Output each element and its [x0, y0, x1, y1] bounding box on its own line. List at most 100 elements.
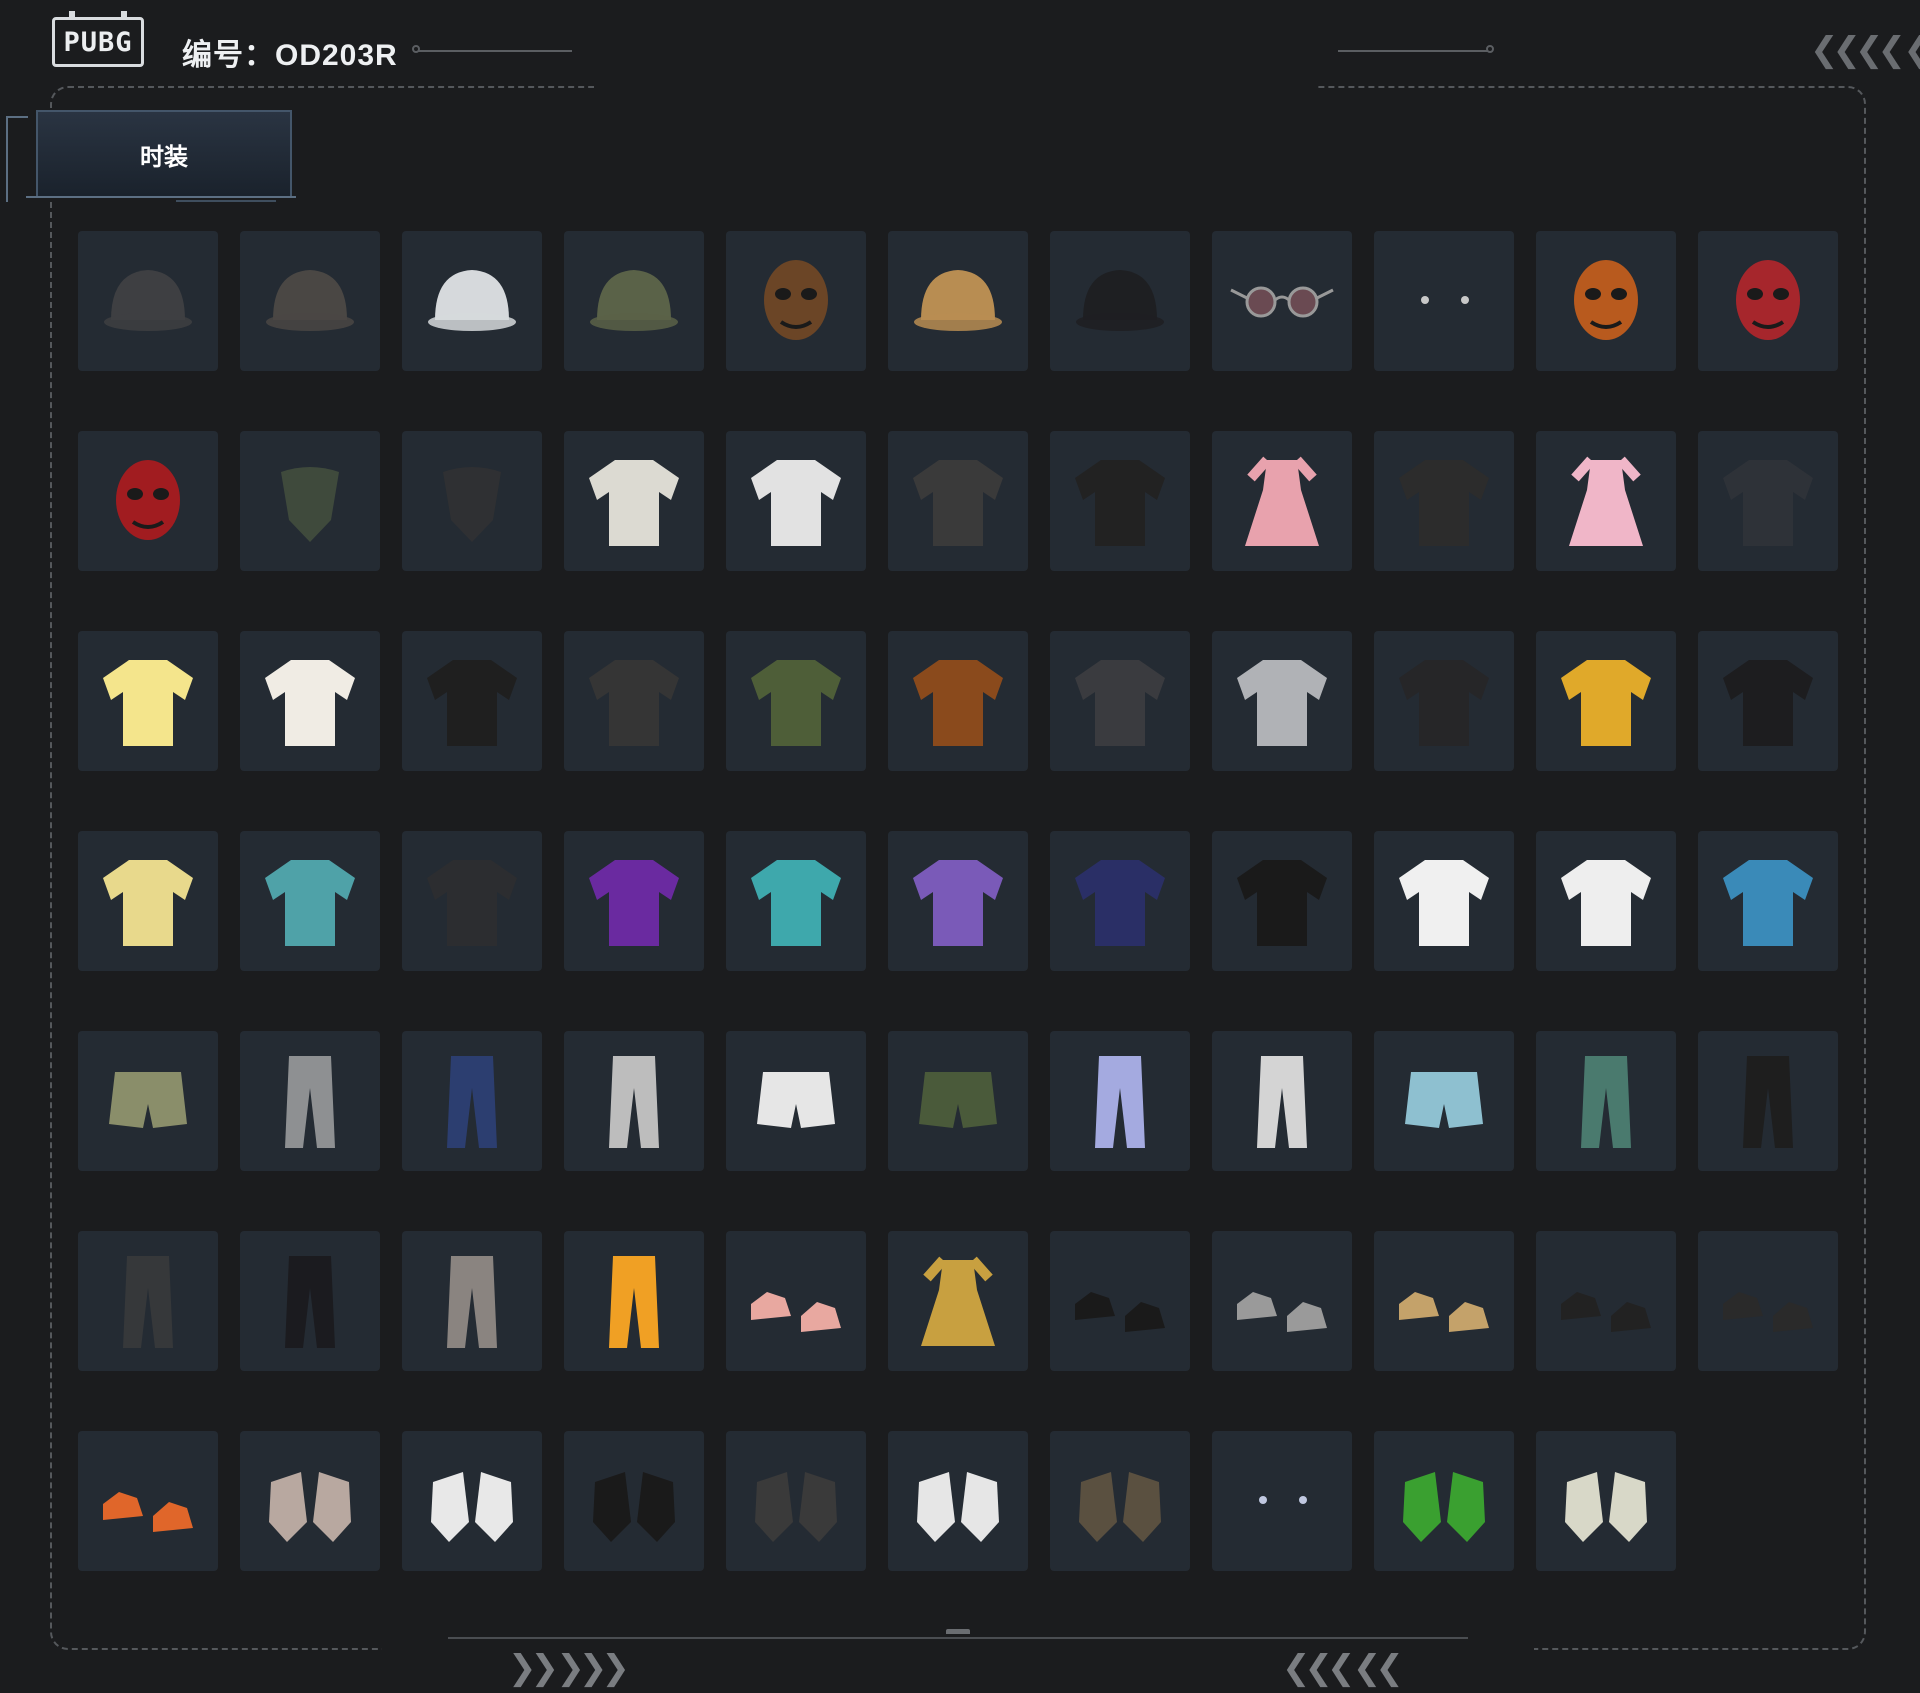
item-slot-luchador-mask[interactable]: [1698, 231, 1838, 371]
item-slot-black-hoodie[interactable]: [1374, 631, 1514, 771]
item-slot-pink-ruffle-dress[interactable]: [1212, 431, 1352, 571]
item-slot-pumpkin-mask[interactable]: [1536, 231, 1676, 371]
purple-track-jacket-icon: [913, 860, 1003, 946]
item-slot-blue-gradient-hoodie[interactable]: [1698, 831, 1838, 971]
navy-sweatshirt-icon: [1075, 860, 1165, 946]
item-slot-black-print-pants[interactable]: [1698, 1031, 1838, 1171]
item-slot-yellow-hoodie[interactable]: [1536, 631, 1676, 771]
item-slot-green-turtleneck[interactable]: [726, 631, 866, 771]
item-slot-aura-hoodie[interactable]: [1212, 831, 1352, 971]
item-slot-pink-socks-shoes[interactable]: [726, 1231, 866, 1371]
black-face-scarf-icon: [443, 467, 501, 542]
bare-hand-icon: [269, 1472, 351, 1542]
item-slot-white-sweatpants[interactable]: [564, 1031, 704, 1171]
black-white-gloves-icon: [431, 1472, 513, 1542]
item-slot-grey-joggers[interactable]: [240, 1031, 380, 1171]
item-slot-light-blue-shorts[interactable]: [1374, 1031, 1514, 1171]
item-slot-white-racing-gloves[interactable]: [888, 1431, 1028, 1571]
item-slot-orange-sweatpants[interactable]: [564, 1231, 704, 1371]
item-slot-purple-crop-jacket[interactable]: [564, 831, 704, 971]
item-slot-nail-accessories[interactable]: [1212, 1431, 1352, 1571]
yellow-hoodie-icon: [1561, 660, 1651, 746]
graffiti-jacket-icon: [913, 460, 1003, 546]
item-slot-denim-shorts-white[interactable]: [726, 1031, 866, 1171]
lavender-cargo-pants-icon: [1095, 1056, 1145, 1148]
item-slot-dark-parka[interactable]: [402, 831, 542, 971]
sleeveless-top-icon: [589, 660, 679, 746]
item-slot-purple-track-jacket[interactable]: [888, 831, 1028, 971]
item-slot-black-racing-boots[interactable]: [1050, 1231, 1190, 1371]
grey-high-tops-icon: [1237, 1292, 1327, 1332]
item-slot-black-sneakers[interactable]: [1536, 1231, 1676, 1371]
header-line-dot-right: [1486, 45, 1494, 53]
item-slot-dark-cargo-pants[interactable]: [78, 1231, 218, 1371]
item-slot-gold-trim-gloves[interactable]: [726, 1431, 866, 1571]
item-slot-teal-windbreaker[interactable]: [726, 831, 866, 971]
item-slot-silver-bomber[interactable]: [1212, 631, 1352, 771]
item-slot-retro-ringer-tee[interactable]: [240, 631, 380, 771]
item-slot-camo-cargo-pants[interactable]: [402, 1231, 542, 1371]
item-slot-tan-work-boots[interactable]: [1374, 1231, 1514, 1371]
item-slot-sleeveless-top[interactable]: [564, 631, 704, 771]
item-slot-round-sunglasses[interactable]: [1212, 231, 1352, 371]
item-slot-black-track-pants[interactable]: [240, 1231, 380, 1371]
item-slot-cap-headset[interactable]: [564, 231, 704, 371]
patterned-bucket-hat-icon: [914, 270, 1002, 331]
item-slot-camo-face-scarf[interactable]: [240, 431, 380, 571]
item-slot-green-basketball-shorts[interactable]: [888, 1031, 1028, 1171]
item-slot-cat-ear-beanie[interactable]: [78, 231, 218, 371]
item-slot-bear-head[interactable]: [726, 231, 866, 371]
black-cap-icon: [1076, 270, 1164, 331]
item-slot-lavender-cargo-pants[interactable]: [1050, 1031, 1190, 1171]
item-slot-bare-hand[interactable]: [240, 1431, 380, 1571]
item-slot-orange-white-jacket[interactable]: [1536, 831, 1676, 971]
round-sunglasses-icon: [1230, 286, 1334, 318]
item-slot-white-graffiti-pants[interactable]: [1212, 1031, 1352, 1171]
item-slot-gold-dress-shoes[interactable]: [888, 1231, 1028, 1371]
item-slot-black-face-scarf[interactable]: [402, 431, 542, 571]
item-slot-red-hooded-jacket[interactable]: [1050, 631, 1190, 771]
item-slot-earrings[interactable]: [1374, 231, 1514, 371]
item-slot-tank-top-dark[interactable]: [1698, 431, 1838, 571]
item-slot-blue-cargo-pants[interactable]: [402, 1031, 542, 1171]
item-slot-black-white-gloves[interactable]: [402, 1431, 542, 1571]
item-slot-khaki-skirt[interactable]: [78, 1031, 218, 1171]
duck-hoodie-icon: [265, 860, 355, 946]
white-racing-gloves-icon: [917, 1472, 999, 1542]
item-slot-duck-hoodie[interactable]: [240, 831, 380, 971]
item-slot-teal-shorts-leggings[interactable]: [1536, 1031, 1676, 1171]
black-hoodie-icon: [1399, 660, 1489, 746]
item-slot-yellow-white-gloves[interactable]: [1536, 1431, 1676, 1571]
item-slot-grey-high-tops[interactable]: [1212, 1231, 1352, 1371]
item-slot-cow-print-coat[interactable]: [888, 631, 1028, 771]
item-slot-black-tshirt-star[interactable]: [1374, 431, 1514, 571]
item-slot-white-tshirt[interactable]: [564, 431, 704, 571]
item-slot-white-hoodie[interactable]: [1374, 831, 1514, 971]
item-slot-yellow-raglan-tee[interactable]: [78, 631, 218, 771]
item-slot-orange-hiking-boots[interactable]: [78, 1431, 218, 1571]
item-slot-bucket-hat[interactable]: [402, 231, 542, 371]
item-slot-aviator-helmet-dreadlocks[interactable]: [240, 231, 380, 371]
item-slot-pink-qipao[interactable]: [1536, 431, 1676, 571]
black-tshirt-orange-icon: [1075, 460, 1165, 546]
item-slot-patterned-bucket-hat[interactable]: [888, 231, 1028, 371]
item-slot-black-fingerless-glove[interactable]: [564, 1431, 704, 1571]
item-slot-black-tank-top[interactable]: [402, 631, 542, 771]
item-slot-graffiti-jacket[interactable]: [888, 431, 1028, 571]
item-slot-tactical-gloves-orange[interactable]: [1050, 1431, 1190, 1571]
item-slot-mascot-tshirt[interactable]: [726, 431, 866, 571]
bucket-hat-icon: [428, 270, 516, 331]
item-slot-red-oni-mask[interactable]: [78, 431, 218, 571]
item-slot-navy-sweatshirt[interactable]: [1050, 831, 1190, 971]
item-slot-black-cap[interactable]: [1050, 231, 1190, 371]
red-hooded-jacket-icon: [1075, 660, 1165, 746]
item-slot-fur-trim-boots[interactable]: [1698, 1231, 1838, 1371]
item-slot-green-gloves[interactable]: [1374, 1431, 1514, 1571]
orange-sweatpants-icon: [609, 1256, 659, 1348]
tab-fashion[interactable]: 时装: [36, 110, 292, 198]
item-slot-black-leather-jacket[interactable]: [1698, 631, 1838, 771]
item-slot-yellow-fluffy-sweater[interactable]: [78, 831, 218, 971]
silver-bomber-icon: [1237, 660, 1327, 746]
fur-trim-boots-icon: [1723, 1292, 1813, 1332]
item-slot-black-tshirt-orange[interactable]: [1050, 431, 1190, 571]
